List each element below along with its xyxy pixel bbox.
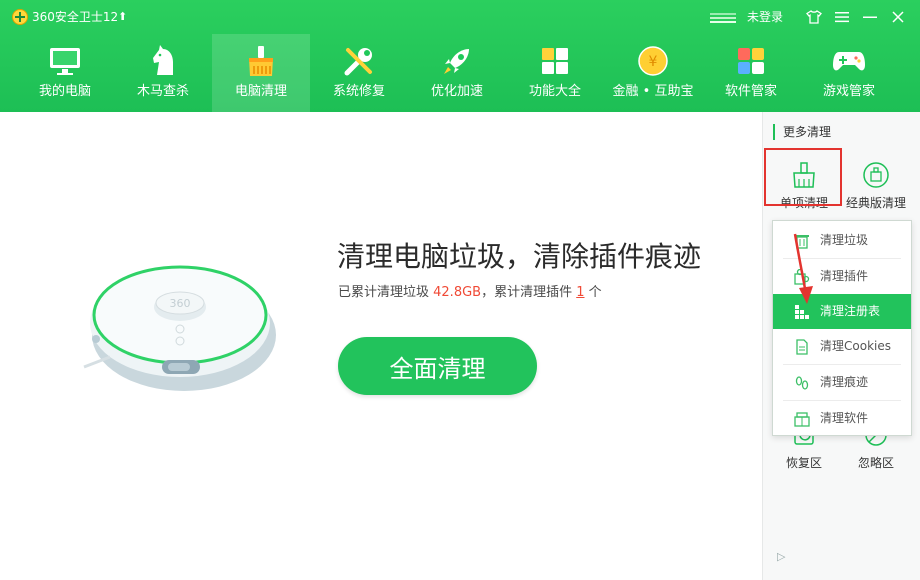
footprint-icon — [793, 374, 811, 392]
classic-clean-tool[interactable]: 经典版清理 — [840, 152, 912, 228]
coin-icon: ¥ — [636, 44, 670, 78]
plugin-count-link[interactable]: 1 — [576, 285, 584, 300]
cleaned-size-value: 42.8GB — [433, 285, 482, 300]
robot-vacuum-illustration: 360 — [83, 265, 276, 391]
broom-icon — [244, 44, 278, 78]
skin-shirt-icon[interactable] — [803, 6, 825, 28]
nav-software-manager[interactable]: 软件管家 — [702, 34, 800, 112]
nav-system-repair[interactable]: 系统修复 — [310, 34, 408, 112]
app-logo-icon — [12, 9, 28, 25]
software-box-icon — [793, 410, 811, 428]
network-signal-icon — [710, 13, 736, 23]
horse-icon — [146, 44, 180, 78]
update-arrow-icon[interactable]: ⬆ — [118, 9, 127, 25]
clean-stats: 已累计清理垃圾 42.8GB，累计清理插件 1 个 — [338, 285, 602, 300]
svg-text:¥: ¥ — [649, 54, 658, 70]
menu-item-clean-cookies[interactable]: 清理Cookies — [773, 329, 911, 364]
title-bar: 360安全卫士12 ⬆ 未登录 — [0, 0, 920, 34]
gamepad-icon — [832, 44, 866, 78]
cookie-doc-icon — [793, 338, 811, 356]
app-title: 360安全卫士12 — [32, 10, 119, 24]
nav-optimize[interactable]: 优化加速 — [408, 34, 506, 112]
main-menu-icon[interactable] — [831, 6, 853, 28]
main-nav: 我的电脑 木马查杀 电脑清理 系统修复 优化加速 功能大全 ¥ 金融 • 互助宝… — [0, 34, 920, 112]
monitor-icon — [48, 44, 82, 78]
nav-game-manager[interactable]: 游戏管家 — [800, 34, 898, 112]
nav-all-functions[interactable]: 功能大全 — [506, 34, 604, 112]
sidebar-title: 更多清理 — [773, 124, 831, 140]
top-header: 360安全卫士12 ⬆ 未登录 我的电脑 木马查杀 电脑清理 系统修复 优化加速… — [0, 0, 920, 112]
menu-item-clean-software[interactable]: 清理软件 — [773, 401, 911, 436]
rocket-icon — [440, 44, 474, 78]
classic-clean-icon — [861, 160, 891, 190]
full-clean-button[interactable]: 全面清理 — [338, 337, 537, 395]
login-link[interactable]: 未登录 — [747, 9, 783, 25]
nav-trojan-scan[interactable]: 木马查杀 — [114, 34, 212, 112]
minimize-icon[interactable] — [859, 6, 881, 28]
nav-computer-clean[interactable]: 电脑清理 — [212, 34, 310, 112]
nav-finance[interactable]: ¥ 金融 • 互助宝 — [604, 34, 702, 112]
page-headline: 清理电脑垃圾，清除插件痕迹 — [337, 240, 702, 273]
red-pointer-arrow-icon — [793, 233, 813, 304]
apps-icon — [734, 44, 768, 78]
highlight-box — [764, 148, 842, 206]
wrench-icon — [342, 44, 376, 78]
close-icon[interactable] — [887, 6, 909, 28]
svg-text:360: 360 — [170, 297, 191, 310]
menu-item-clean-traces[interactable]: 清理痕迹 — [773, 365, 911, 400]
expand-sidebar-icon[interactable]: ▷ — [777, 550, 785, 563]
nav-my-computer[interactable]: 我的电脑 — [16, 34, 114, 112]
main-panel: 360 清理电脑垃圾，清除插件痕迹 已累计清理垃圾 42.8GB，累计清理插件 … — [0, 112, 762, 580]
grid-icon — [538, 44, 572, 78]
